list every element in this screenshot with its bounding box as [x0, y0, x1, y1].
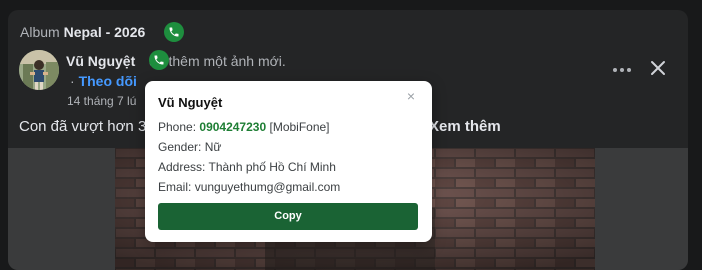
popup-phone-row: Phone: 0904247230 [MobiFone] — [158, 119, 330, 135]
address-label: Address: — [158, 160, 206, 174]
dot-separator: · — [70, 73, 75, 89]
phone-label: Phone: — [158, 120, 197, 134]
gender-label: Gender: — [158, 140, 202, 154]
phone-icon[interactable] — [164, 22, 184, 42]
popup-name: Vũ Nguyệt — [158, 95, 223, 110]
follow-link[interactable]: Theo dõi — [79, 73, 137, 89]
author-name[interactable]: Vũ Nguyệt — [66, 53, 135, 69]
album-header: Album Nepal - 2026 — [20, 22, 145, 42]
email-label: Email: — [158, 180, 192, 194]
contact-popup: Vũ Nguyệt × Phone: 0904247230 [MobiFone]… — [145, 81, 432, 242]
popup-address-row: Address: Thành phố Hồ Chí Minh — [158, 159, 336, 175]
post-action-text: đã thêm một ảnh mới. — [149, 53, 286, 69]
post-caption: Con đã vượt hơn 3. — [19, 118, 151, 135]
popup-email-row: Email: vunguyethumg@gmail.com — [158, 179, 340, 195]
phone-carrier: [MobiFone] — [269, 120, 330, 134]
popup-gender-row: Gender: Nữ — [158, 139, 221, 155]
more-options-icon[interactable] — [610, 60, 634, 80]
copy-button[interactable]: Copy — [158, 203, 418, 230]
album-name[interactable]: Nepal - 2026 — [64, 24, 146, 40]
email-value: vunguyethumg@gmail.com — [194, 180, 341, 194]
address-value: Thành phố Hồ Chí Minh — [208, 160, 336, 174]
album-prefix: Album — [20, 24, 60, 40]
popup-close-icon[interactable]: × — [404, 89, 418, 103]
avatar[interactable] — [19, 50, 59, 90]
see-more-link[interactable]: Xem thêm — [429, 117, 501, 137]
follow-line: · Theo dõi — [70, 71, 137, 91]
gender-value: Nữ — [204, 140, 222, 154]
post-timestamp[interactable]: 14 tháng 7 lú — [67, 93, 136, 109]
close-icon[interactable] — [648, 58, 668, 78]
post-author-line: Vũ Nguyệt đã thêm một ảnh mới. — [66, 51, 286, 71]
phone-number[interactable]: 0904247230 — [199, 120, 266, 134]
phone-icon[interactable] — [149, 50, 169, 70]
